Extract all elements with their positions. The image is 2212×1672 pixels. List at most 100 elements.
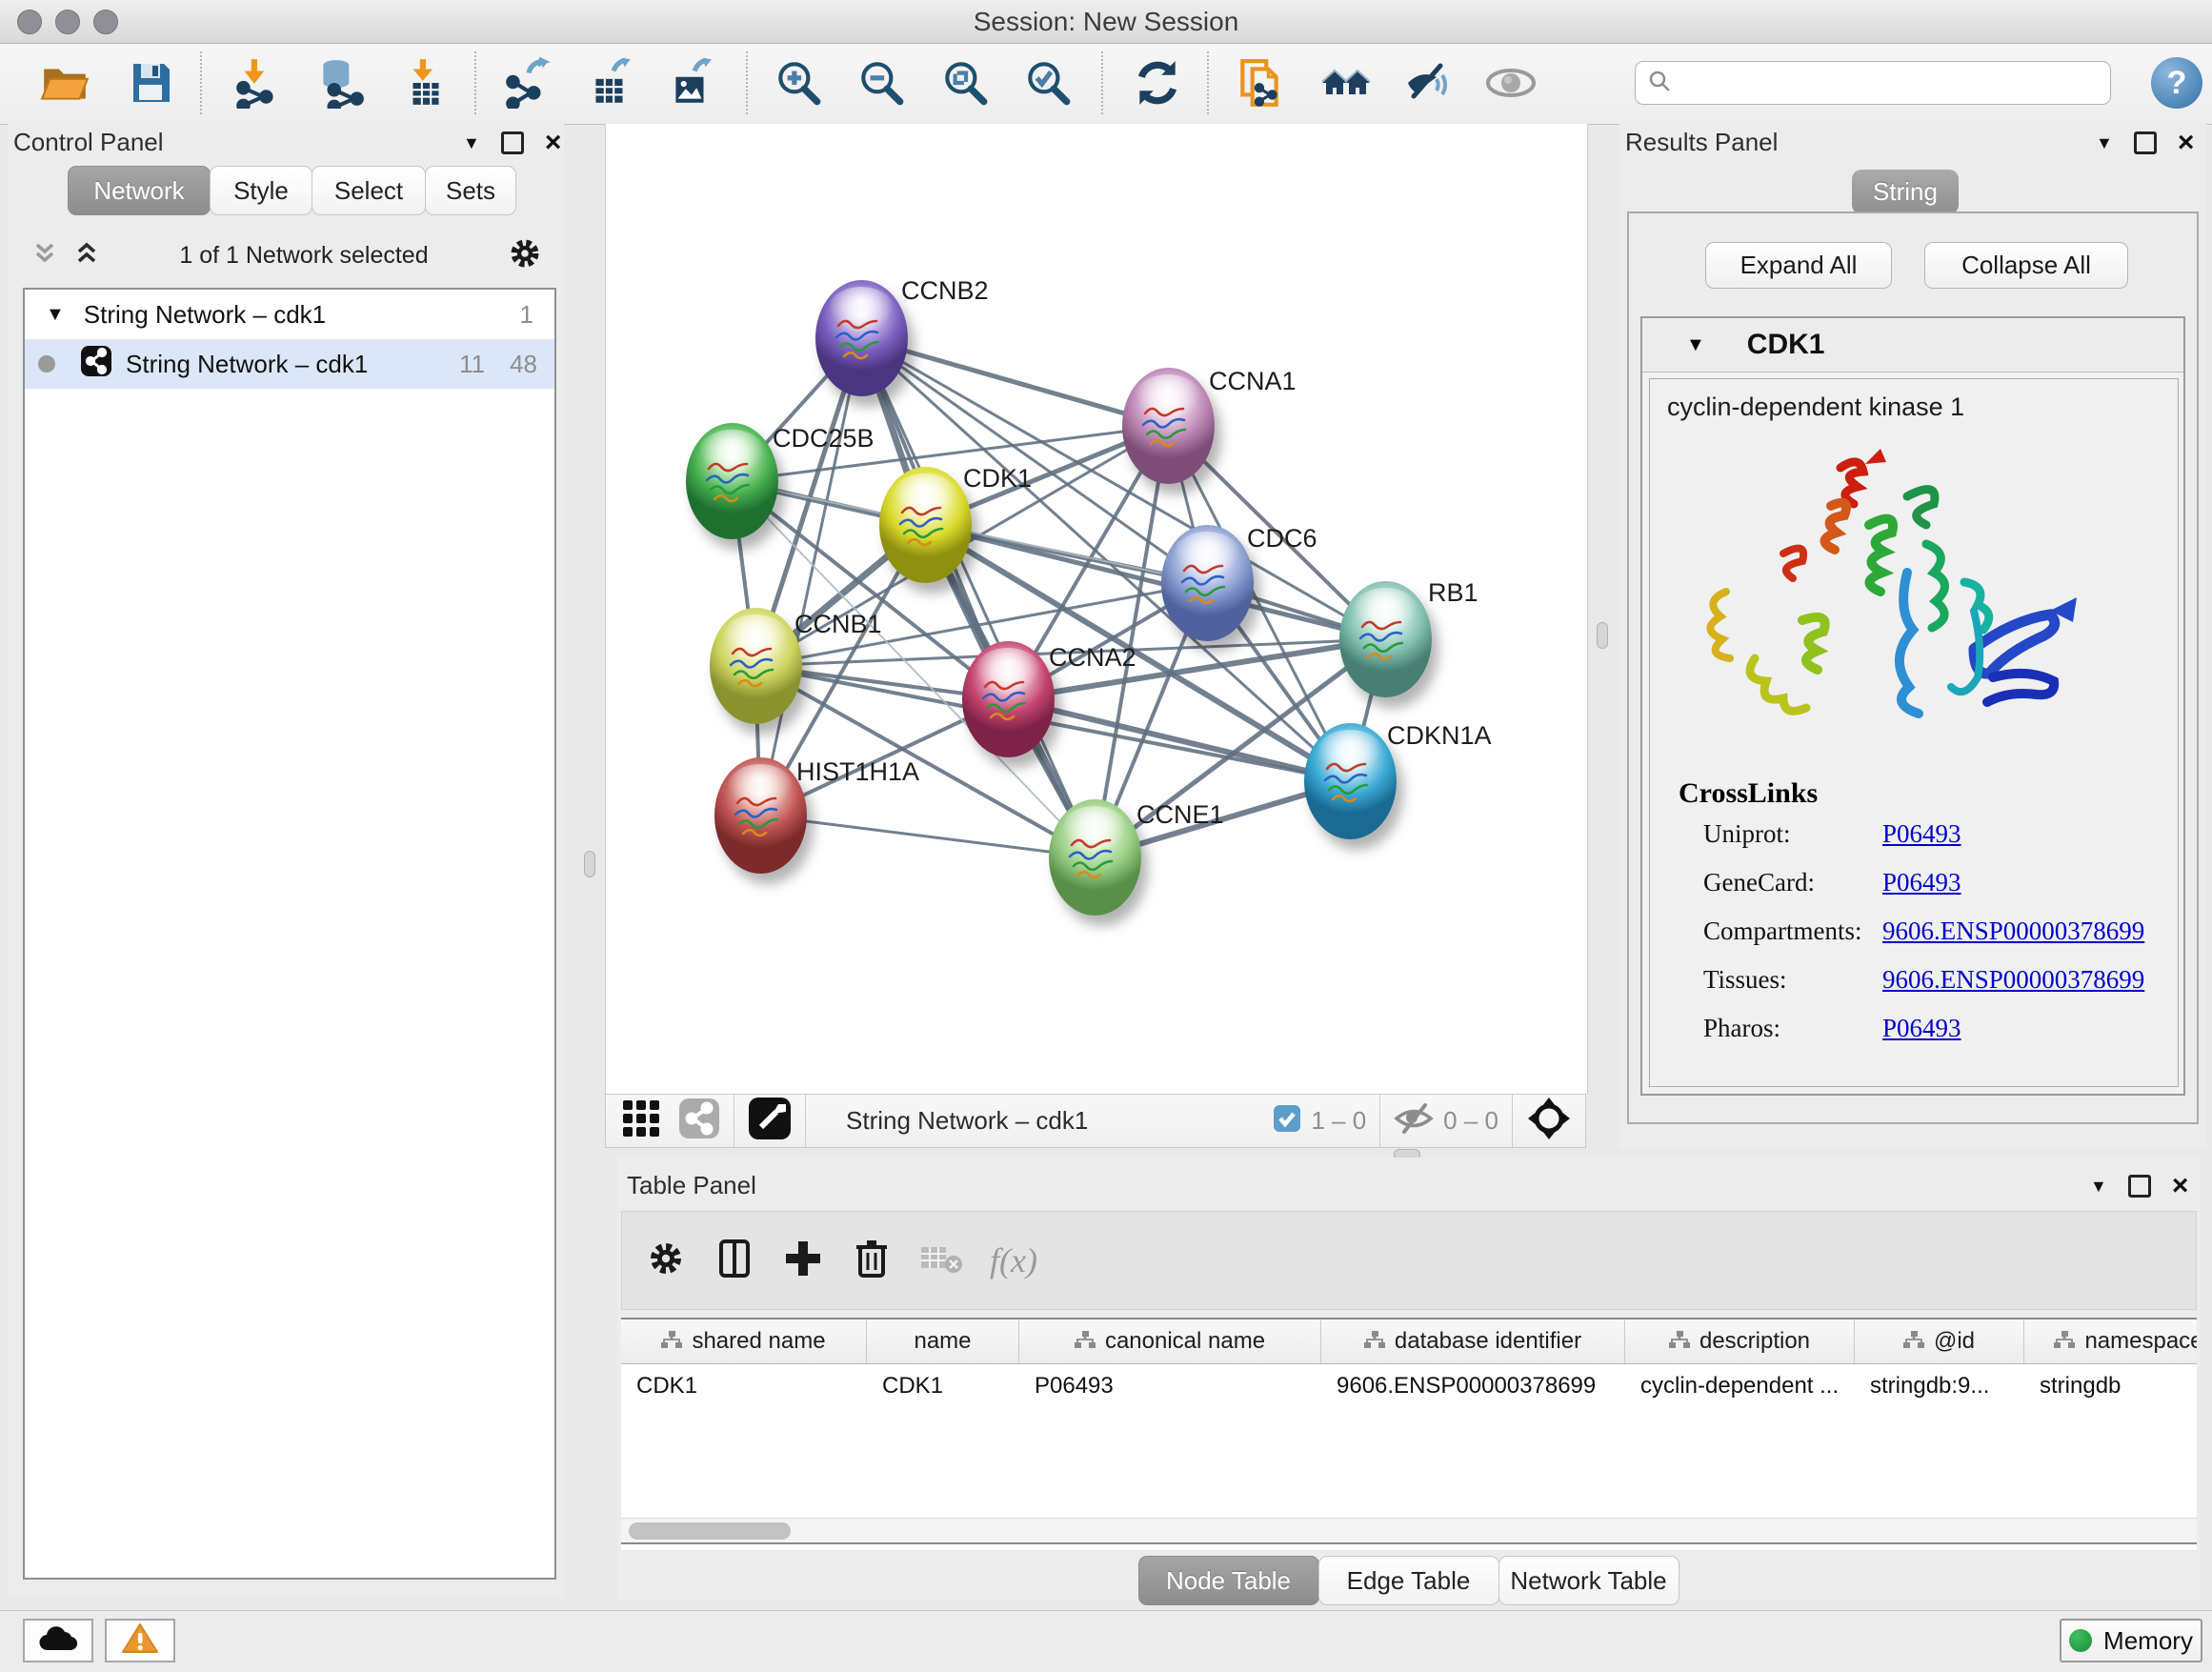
zoom-in-button[interactable] bbox=[771, 57, 826, 112]
node-CCNE1[interactable] bbox=[1049, 799, 1141, 916]
panel-float-icon[interactable] bbox=[2134, 131, 2157, 154]
column-header-name[interactable]: name bbox=[867, 1319, 1019, 1363]
node-CDKN1A[interactable] bbox=[1304, 723, 1397, 839]
export-table-button[interactable] bbox=[582, 57, 637, 112]
table-cell[interactable]: 9606.ENSP00000378699 bbox=[1321, 1364, 1625, 1408]
crosslink-link[interactable]: P06493 bbox=[1882, 819, 1961, 849]
collapse-all-button[interactable]: Collapse All bbox=[1924, 242, 2128, 289]
function-builder-icon[interactable]: f(x) bbox=[990, 1240, 1037, 1280]
node-table[interactable]: shared namenamecanonical namedatabase id… bbox=[621, 1318, 2197, 1550]
table-row[interactable]: CDK1CDK1P064939606.ENSP00000378699cyclin… bbox=[621, 1364, 2197, 1408]
node-CCNA1[interactable] bbox=[1122, 368, 1215, 484]
crosslink-link[interactable]: P06493 bbox=[1882, 1014, 1961, 1043]
gene-collapse-icon[interactable]: ▼ bbox=[1686, 334, 1705, 356]
node-RB1[interactable] bbox=[1339, 581, 1432, 697]
column-header-database-identifier[interactable]: database identifier bbox=[1321, 1319, 1625, 1363]
node-CDC6[interactable] bbox=[1161, 525, 1254, 641]
fit-content-button[interactable] bbox=[937, 57, 993, 112]
zoom-selected-button[interactable] bbox=[1020, 57, 1076, 112]
save-session-button[interactable] bbox=[123, 57, 178, 112]
selected-checkbox-icon[interactable] bbox=[1273, 1104, 1301, 1138]
add-column-icon[interactable] bbox=[782, 1238, 824, 1284]
gene-card-header[interactable]: ▼ CDK1 bbox=[1642, 318, 2183, 373]
column-header--id[interactable]: @id bbox=[1855, 1319, 2024, 1363]
memory-button[interactable]: Memory bbox=[2060, 1619, 2202, 1662]
birdseye-view-toggle[interactable] bbox=[748, 1097, 792, 1145]
import-network-file-button[interactable] bbox=[230, 57, 285, 112]
panel-menu-icon[interactable]: ▼ bbox=[463, 133, 480, 153]
tab-network[interactable]: Network bbox=[68, 166, 211, 215]
tab-edge-table[interactable]: Edge Table bbox=[1318, 1556, 1499, 1605]
column-header-namespace[interactable]: namespace bbox=[2024, 1319, 2197, 1363]
edge-CCNE1-HIST1H1A[interactable] bbox=[760, 816, 1095, 857]
table-cell[interactable]: stringdb bbox=[2024, 1364, 2197, 1408]
table-cell[interactable]: stringdb:9... bbox=[1855, 1364, 2024, 1408]
column-header-description[interactable]: description bbox=[1625, 1319, 1855, 1363]
column-header-canonical-name[interactable]: canonical name bbox=[1019, 1319, 1321, 1363]
panel-close-icon[interactable]: × bbox=[2178, 134, 2195, 151]
search-input[interactable] bbox=[1679, 69, 2110, 97]
collapse-all-networks-icon[interactable] bbox=[30, 239, 59, 272]
node-CDC25B[interactable] bbox=[686, 423, 778, 539]
crosslink-link[interactable]: 9606.ENSP00000378699 bbox=[1882, 965, 2144, 995]
crosslink-link[interactable]: 9606.ENSP00000378699 bbox=[1882, 917, 2144, 946]
edge-CCNB2-HIST1H1A[interactable] bbox=[760, 338, 861, 816]
network-options-gear-icon[interactable] bbox=[507, 235, 543, 276]
network-view-canvas[interactable]: CCNB2CCNA1CDC25BCDK1CDC6RB1CCNB1CCNA2CDK… bbox=[605, 124, 1588, 1094]
toolbar-search[interactable] bbox=[1635, 61, 2111, 105]
table-settings-gear-icon[interactable] bbox=[645, 1238, 687, 1284]
import-table-file-button[interactable] bbox=[398, 57, 453, 112]
show-all-button[interactable] bbox=[1318, 57, 1374, 112]
panel-close-icon[interactable]: × bbox=[545, 134, 562, 151]
panel-menu-icon[interactable]: ▼ bbox=[2096, 133, 2113, 153]
node-CCNB2[interactable] bbox=[815, 280, 908, 396]
cloud-status-button[interactable] bbox=[23, 1619, 93, 1662]
node-CCNA2[interactable] bbox=[962, 641, 1055, 757]
node-CCNB1[interactable] bbox=[710, 608, 802, 724]
tab-style[interactable]: Style bbox=[210, 166, 312, 215]
import-network-database-button[interactable] bbox=[312, 57, 368, 112]
table-horizontal-scrollbar[interactable] bbox=[621, 1518, 2197, 1543]
delete-column-icon[interactable] bbox=[851, 1238, 893, 1284]
table-cell[interactable]: cyclin-dependent ... bbox=[1625, 1364, 1855, 1408]
panel-close-icon[interactable]: × bbox=[2172, 1178, 2189, 1195]
network-row[interactable]: String Network – cdk1 11 48 bbox=[25, 339, 554, 389]
expand-all-networks-icon[interactable] bbox=[72, 239, 101, 272]
expand-all-button[interactable]: Expand All bbox=[1705, 242, 1892, 289]
tab-sets[interactable]: Sets bbox=[425, 166, 516, 215]
panel-menu-icon[interactable]: ▼ bbox=[2090, 1177, 2107, 1197]
export-image-button[interactable] bbox=[663, 57, 718, 112]
show-columns-icon[interactable] bbox=[714, 1238, 755, 1284]
crosslink-link[interactable]: P06493 bbox=[1882, 868, 1961, 897]
zoom-out-button[interactable] bbox=[854, 57, 909, 112]
table-cell[interactable]: CDK1 bbox=[621, 1364, 867, 1408]
warnings-button[interactable] bbox=[105, 1619, 175, 1662]
grid-view-icon[interactable] bbox=[621, 1098, 661, 1143]
panel-float-icon[interactable] bbox=[501, 131, 524, 154]
delete-table-icon[interactable] bbox=[919, 1241, 963, 1280]
column-header-shared-name[interactable]: shared name bbox=[621, 1319, 867, 1363]
tab-network-table[interactable]: Network Table bbox=[1498, 1556, 1679, 1605]
clone-network-button[interactable] bbox=[1233, 57, 1288, 112]
scrollbar-thumb[interactable] bbox=[629, 1522, 791, 1540]
panel-float-icon[interactable] bbox=[2128, 1175, 2151, 1198]
tab-node-table[interactable]: Node Table bbox=[1138, 1556, 1319, 1605]
tab-select[interactable]: Select bbox=[312, 166, 426, 215]
network-share-view-icon[interactable] bbox=[678, 1098, 720, 1144]
network-collection-row[interactable]: ▼ String Network – cdk1 1 bbox=[25, 290, 554, 339]
node-HIST1H1A[interactable] bbox=[714, 757, 807, 874]
hide-selected-button[interactable] bbox=[1401, 57, 1457, 112]
tree-collapse-icon[interactable]: ▼ bbox=[46, 304, 65, 326]
export-network-button[interactable] bbox=[499, 57, 554, 112]
left-splitter-handle[interactable] bbox=[584, 851, 595, 877]
help-button[interactable]: ? bbox=[2151, 57, 2202, 109]
open-session-button[interactable] bbox=[37, 57, 92, 112]
table-cell[interactable]: CDK1 bbox=[867, 1364, 1019, 1408]
center-view-icon[interactable] bbox=[1526, 1096, 1572, 1146]
table-cell[interactable]: P06493 bbox=[1019, 1364, 1321, 1408]
show-hidden-button[interactable] bbox=[1483, 57, 1538, 112]
hidden-eye-icon[interactable] bbox=[1394, 1102, 1434, 1139]
refresh-view-button[interactable] bbox=[1130, 57, 1185, 112]
results-tab-string[interactable]: String bbox=[1852, 170, 1959, 214]
edge-CCNB2-CCNA1[interactable] bbox=[861, 338, 1168, 426]
